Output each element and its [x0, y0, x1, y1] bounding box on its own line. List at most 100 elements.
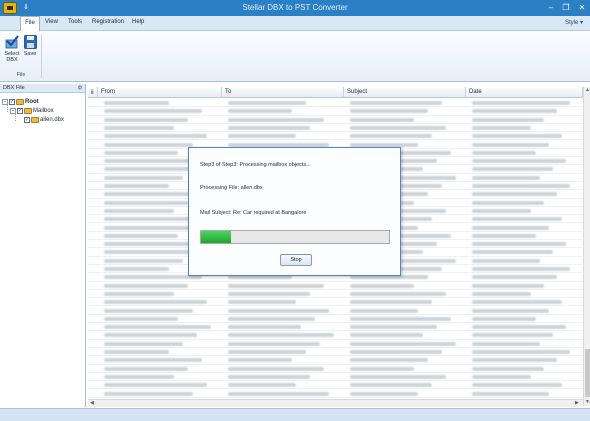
blurred-cell [350, 316, 451, 321]
table-row[interactable] [88, 348, 583, 357]
table-row[interactable] [88, 282, 583, 290]
table-row[interactable] [88, 307, 583, 315]
blurred-cell [104, 225, 193, 230]
blurred-cell [104, 316, 179, 321]
collapse-icon[interactable]: − [10, 107, 16, 114]
blurred-cell [472, 109, 558, 114]
blurred-cell [350, 383, 433, 388]
blurred-cell [104, 267, 169, 271]
menu-tools[interactable]: Tools [68, 19, 82, 25]
blurred-cell [104, 333, 198, 338]
dbx-file-panel: DBX File ф − ✓ Root − ✓ Mailbox ✓ allen.… [0, 84, 86, 407]
blurred-cell [228, 101, 306, 105]
table-row[interactable] [88, 390, 583, 398]
blurred-cell [350, 325, 437, 330]
tree-item-allen-dbx[interactable]: ✓ allen.dbx [24, 115, 64, 124]
vertical-scrollbar[interactable]: ▲ ▼ [583, 87, 590, 406]
tree-label-root: Root [25, 98, 39, 105]
scroll-right-icon[interactable]: ▶ [575, 400, 579, 406]
menu-bar: View Tools Registration Help Style ▾ [0, 16, 590, 31]
collapse-icon[interactable]: − [2, 98, 8, 105]
blurred-cell [472, 358, 558, 363]
ribbon-group-separator [41, 34, 42, 78]
blurred-cell [350, 358, 428, 363]
table-row[interactable] [88, 356, 583, 365]
column-date[interactable]: Date [466, 87, 583, 98]
tree-item-mailbox[interactable]: − ✓ Mailbox [10, 106, 54, 115]
blurred-cell [228, 291, 311, 296]
scroll-down-icon[interactable]: ▼ [585, 399, 590, 405]
table-row[interactable] [88, 331, 583, 340]
tree-label-mailbox: Mailbox [33, 107, 54, 114]
menu-registration[interactable]: Registration [92, 19, 124, 25]
blurred-cell [104, 341, 184, 346]
blurred-cell [228, 308, 329, 313]
table-row[interactable] [88, 132, 583, 141]
blurred-cell [472, 184, 571, 188]
blurred-cell [350, 117, 414, 122]
column-subject[interactable]: Subject [344, 87, 466, 98]
table-row[interactable] [88, 124, 583, 133]
blurred-cell [472, 374, 532, 379]
menu-help[interactable]: Help [132, 19, 144, 25]
folder-icon [24, 107, 32, 114]
horizontal-scrollbar[interactable]: ◀ ▶ [88, 399, 583, 407]
blurred-cell [228, 117, 325, 122]
blurred-cell [228, 350, 306, 354]
column-to[interactable]: To [222, 87, 344, 98]
table-row[interactable] [88, 298, 583, 307]
select-label-2: DBX [6, 57, 18, 63]
allen-dbx-checkbox[interactable]: ✓ [24, 116, 30, 123]
stop-button[interactable]: Stop [280, 254, 312, 266]
blurred-cell [104, 175, 184, 180]
column-from[interactable]: From [98, 87, 222, 98]
blurred-cell [472, 300, 562, 305]
mailbox-checkbox[interactable]: ✓ [17, 107, 23, 114]
menu-file[interactable]: File [20, 16, 40, 32]
table-row[interactable] [88, 315, 583, 324]
close-button[interactable]: ✕ [576, 2, 588, 13]
restore-button[interactable]: ❐ [560, 2, 572, 13]
vertical-scroll-thumb[interactable] [585, 349, 590, 397]
menu-view[interactable]: View [45, 19, 58, 25]
blurred-cell [104, 350, 169, 354]
blurred-cell [472, 167, 553, 172]
table-row[interactable] [88, 340, 583, 348]
scroll-left-icon[interactable]: ◀ [90, 400, 94, 406]
table-row[interactable] [88, 290, 583, 299]
table-row[interactable] [88, 116, 583, 124]
table-row[interactable] [88, 323, 583, 332]
column-attachment[interactable]: ⅱ [88, 87, 98, 98]
blurred-cell [350, 350, 442, 354]
style-menu[interactable]: Style ▾ [565, 19, 583, 26]
root-checkbox[interactable]: ✓ [9, 98, 15, 105]
select-dbx-button[interactable]: Select DBX [3, 35, 21, 63]
table-row[interactable] [88, 107, 583, 116]
blurred-cell [350, 308, 419, 313]
blurred-cell [472, 225, 549, 230]
table-row[interactable] [88, 373, 583, 382]
blurred-cell [104, 250, 198, 255]
blurred-cell [472, 117, 545, 122]
table-row[interactable] [88, 365, 583, 373]
save-button[interactable]: Save [23, 35, 37, 57]
blurred-cell [350, 391, 419, 396]
save-label: Save [23, 51, 37, 57]
blurred-cell [104, 308, 193, 313]
pin-icon[interactable]: ф [78, 85, 82, 91]
table-row[interactable] [88, 99, 583, 108]
processing-file-text: Processing File: allen.dbx [200, 185, 263, 191]
table-row[interactable] [88, 381, 583, 390]
blurred-cell [104, 184, 169, 188]
blurred-cell [228, 134, 297, 139]
blurred-cell [472, 283, 545, 288]
blurred-cell [472, 258, 541, 263]
blurred-cell [104, 101, 169, 105]
scroll-up-icon[interactable]: ▲ [585, 87, 590, 93]
blurred-cell [104, 383, 207, 388]
blurred-cell [472, 250, 553, 255]
minimize-button[interactable]: – [545, 2, 557, 13]
blurred-cell [350, 374, 447, 379]
blurred-cell [472, 101, 571, 105]
tree-item-root[interactable]: − ✓ Root [2, 97, 39, 106]
